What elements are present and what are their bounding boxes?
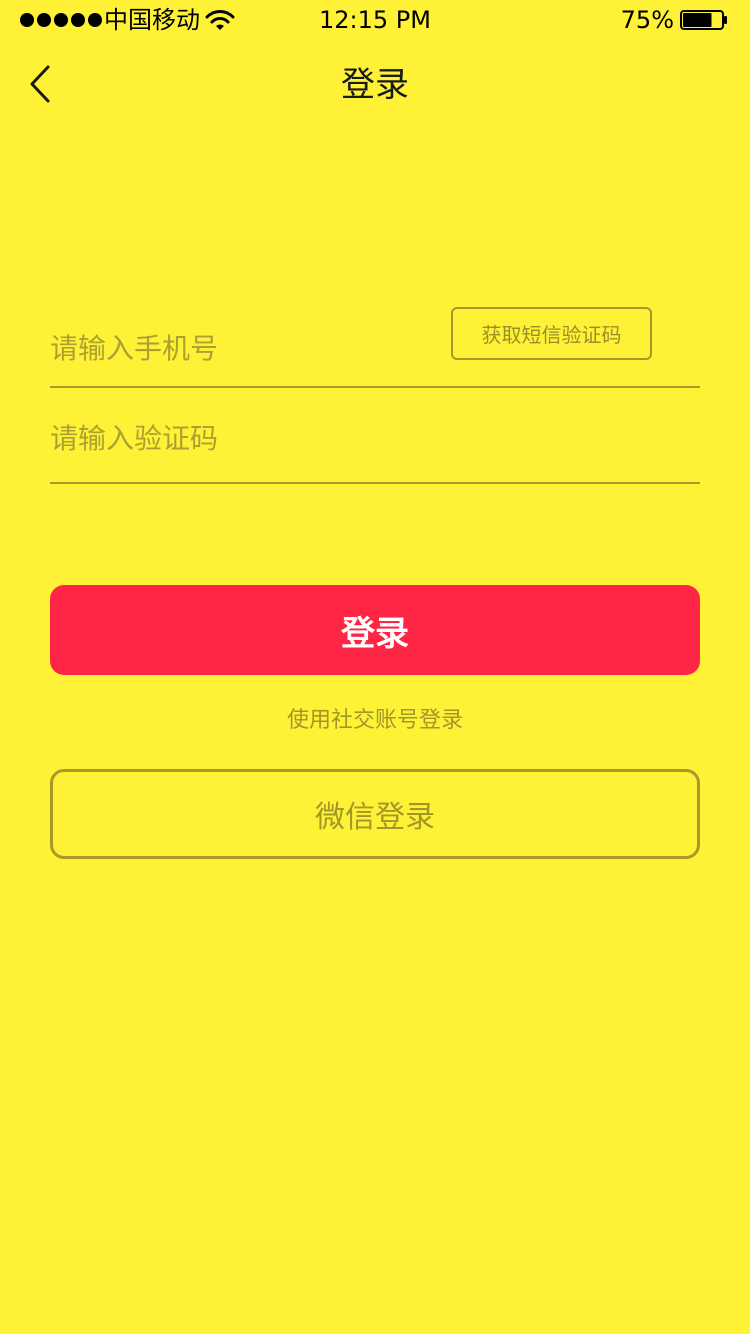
phone-input[interactable] <box>50 306 440 390</box>
login-button[interactable]: 登录 <box>50 585 700 675</box>
code-row <box>50 396 700 484</box>
phone-row: 获取短信验证码 <box>50 300 700 390</box>
status-bar: 中国移动 12:15 PM 75% <box>0 0 750 40</box>
get-sms-code-button[interactable]: 获取短信验证码 <box>451 307 652 360</box>
battery-percentage: 75% <box>620 6 674 34</box>
verification-code-input[interactable] <box>50 396 690 480</box>
social-login-label: 使用社交账号登录 <box>286 708 463 733</box>
nav-bar: 登录 <box>0 50 750 120</box>
page-title: 登录 <box>341 65 409 105</box>
wechat-login-button[interactable]: 微信登录 <box>50 769 700 859</box>
battery-icon <box>680 10 727 30</box>
